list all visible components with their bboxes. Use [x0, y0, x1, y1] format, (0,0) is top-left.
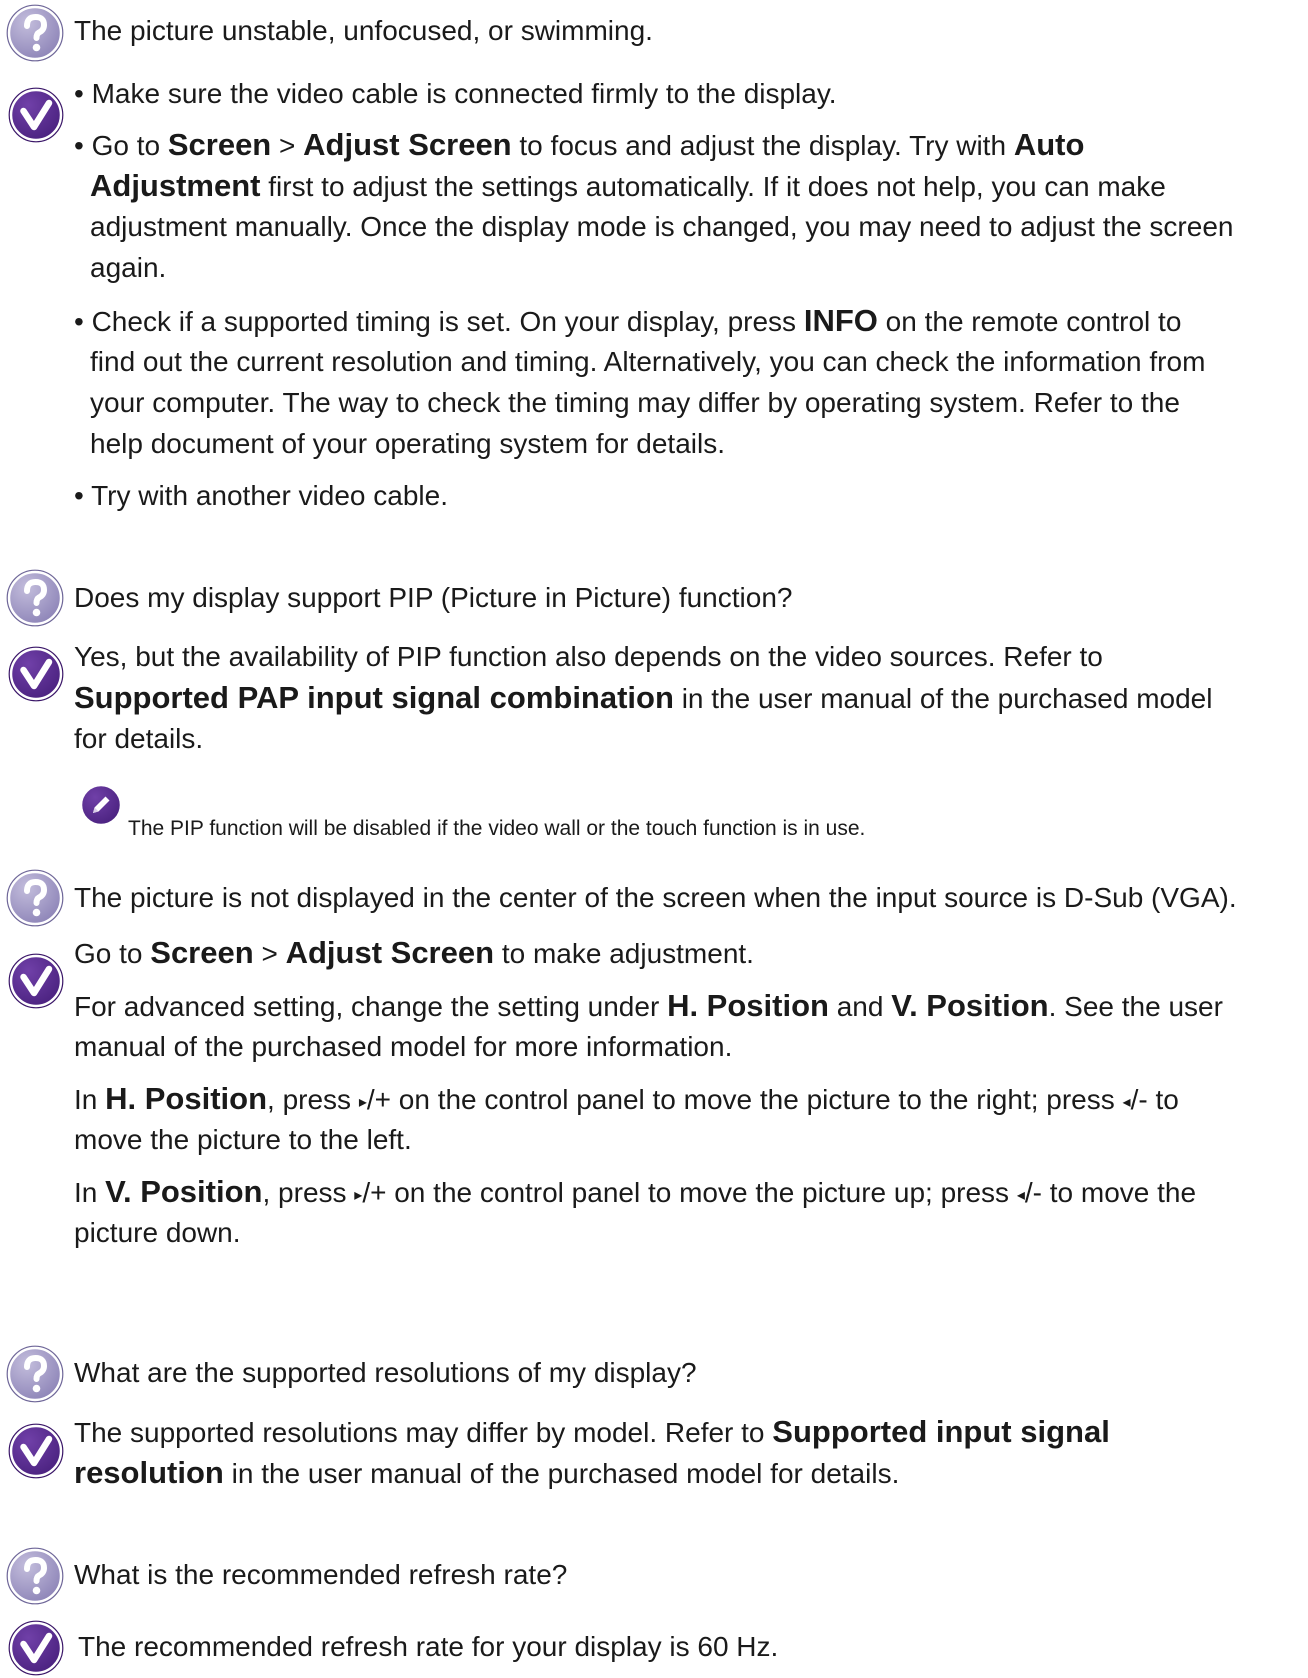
- answer-2-line-2: Supported PAP input signal combination i…: [74, 680, 1213, 715]
- answer-1-bullet-3-line-2: find out the current resolution and timi…: [90, 346, 1206, 377]
- answer-1-bullet-2-line-2: Adjustment first to adjust the settings …: [90, 168, 1166, 203]
- answer-1-bullet-2-line-3: adjustment manually. Once the display mo…: [90, 211, 1234, 242]
- right-triangle-icon: ▸: [358, 1094, 367, 1111]
- question-5: What is the recommended refresh rate?: [74, 1559, 568, 1590]
- checkmark-icon: [8, 646, 64, 702]
- left-triangle-icon: ◂: [1122, 1094, 1131, 1111]
- answer-1-bullet-3-line-4: help document of your operating system f…: [90, 428, 726, 459]
- answer-3-para-4-line-1: In V. Position, press ▸/+ on the control…: [74, 1174, 1197, 1209]
- answer-4-line-1: The supported resolutions may differ by …: [74, 1414, 1110, 1449]
- answer-3-para-3-line-1: In H. Position, press ▸/+ on the control…: [74, 1081, 1179, 1116]
- answer-1-bullet-1: • Make sure the video cable is connected…: [74, 78, 837, 109]
- answer-1-bullet-2-line-1: • Go to Screen > Adjust Screen to focus …: [74, 127, 1085, 162]
- answer-3-para-1: Go to Screen > Adjust Screen to make adj…: [74, 935, 754, 970]
- question-4: What are the supported resolutions of my…: [74, 1357, 697, 1388]
- answer-3-para-4-line-2: picture down.: [74, 1217, 241, 1248]
- answer-3-para-3-line-2: move the picture to the left.: [74, 1124, 412, 1155]
- checkmark-icon: [8, 1620, 64, 1676]
- answer-3-para-2-line-2: manual of the purchased model for more i…: [74, 1031, 733, 1062]
- answer-2-note: The PIP function will be disabled if the…: [128, 817, 866, 840]
- answer-5-line-1: The recommended refresh rate for your di…: [78, 1631, 779, 1662]
- question-mark-icon: [6, 1547, 64, 1605]
- question-mark-icon: [6, 569, 64, 627]
- answer-3-para-2-line-1: For advanced setting, change the setting…: [74, 988, 1223, 1023]
- answer-1-bullet-2-line-4: again.: [90, 252, 167, 283]
- answer-1-bullet-4: • Try with another video cable.: [74, 480, 448, 511]
- question-2: Does my display support PIP (Picture in …: [74, 582, 793, 613]
- pencil-note-icon: [80, 784, 122, 826]
- checkmark-icon: [8, 1423, 64, 1479]
- left-triangle-icon: ◂: [1016, 1187, 1025, 1204]
- question-mark-icon: [6, 1345, 64, 1403]
- answer-2-line-1: Yes, but the availability of PIP functio…: [74, 641, 1103, 672]
- question-3: The picture is not displayed in the cent…: [74, 882, 1237, 913]
- checkmark-icon: [8, 87, 64, 143]
- question-mark-icon: [6, 4, 64, 62]
- answer-4-line-2: resolution in the user manual of the pur…: [74, 1455, 900, 1490]
- question-mark-icon: [6, 869, 64, 927]
- checkmark-icon: [8, 953, 64, 1009]
- answer-1-bullet-3-line-1: • Check if a supported timing is set. On…: [74, 303, 1182, 338]
- answer-1-bullet-3-line-3: your computer. The way to check the timi…: [90, 387, 1180, 418]
- answer-2-line-3: for details.: [74, 723, 204, 754]
- question-1: The picture unstable, unfocused, or swim…: [74, 15, 653, 46]
